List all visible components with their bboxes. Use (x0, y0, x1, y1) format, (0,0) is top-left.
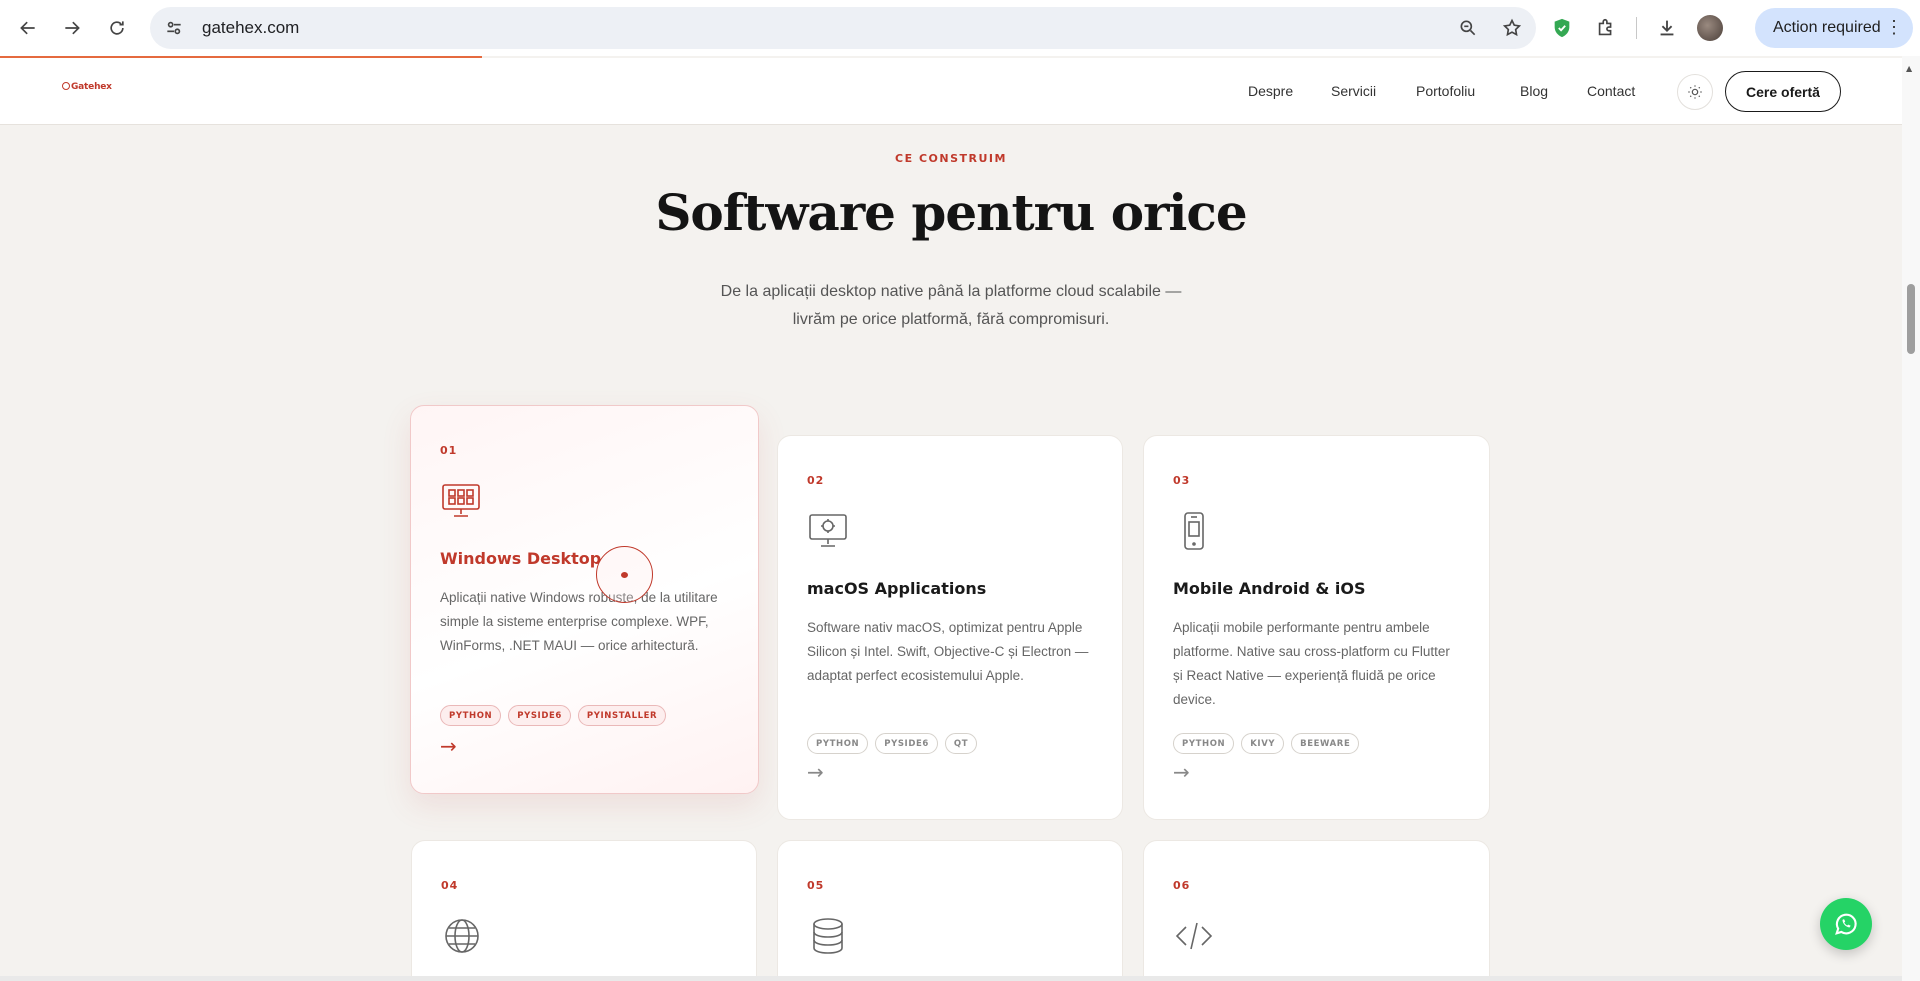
smartphone-icon (1184, 512, 1204, 550)
download-icon[interactable] (1653, 14, 1681, 42)
nav-contact[interactable]: Contact (1587, 83, 1635, 99)
logo-text: Gatehex (71, 82, 112, 92)
site-logo[interactable]: Gatehex (62, 82, 112, 92)
scroll-up-arrow-icon[interactable]: ▲ (1906, 64, 1912, 73)
card-title: Windows Desktop (440, 549, 602, 568)
service-card-04[interactable]: 04 (411, 840, 757, 981)
forward-icon[interactable] (52, 8, 92, 48)
extensions-puzzle-icon[interactable] (1592, 14, 1620, 42)
nav-portofoliu[interactable]: Portofoliu (1416, 83, 1475, 99)
tag: PYSIDE6 (508, 705, 571, 726)
nav-blog[interactable]: Blog (1520, 83, 1548, 99)
database-icon (813, 918, 843, 954)
section-eyebrow: CE CONSTRUIM (895, 152, 1007, 165)
globe-icon (445, 919, 479, 953)
tag: BEEWARE (1291, 733, 1360, 754)
scrollbar-thumb[interactable] (1907, 284, 1915, 354)
theme-toggle-button[interactable] (1677, 74, 1713, 110)
arrow-right-icon[interactable]: → (807, 760, 824, 784)
card-number: 05 (807, 879, 825, 892)
arrow-right-icon[interactable]: → (1173, 760, 1190, 784)
service-card-mobile[interactable]: 03 Mobile Android & iOS Aplicații mobile… (1143, 435, 1490, 820)
service-card-macos[interactable]: 02 macOS Applications Software nativ mac… (777, 435, 1123, 820)
url-text[interactable]: gatehex.com (202, 18, 299, 38)
whatsapp-icon (1835, 913, 1857, 935)
card-tags: PYTHON PYSIDE6 QT (807, 733, 978, 754)
card-description: Aplicații mobile performante pentru ambe… (1173, 620, 1450, 707)
service-card-windows[interactable]: 01 Windows Desktop Aplicații native Wind… (410, 405, 759, 794)
tag: KIVY (1241, 733, 1285, 754)
tag: QT (944, 733, 978, 754)
card-description: Aplicații native Windows robuste, de la … (440, 590, 718, 653)
tag: PYTHON (807, 733, 869, 754)
bookmark-star-icon[interactable] (1502, 18, 1522, 38)
card-tags: PYTHON KIVY BEEWARE (1173, 733, 1360, 754)
card-tags: PYTHON PYSIDE6 PYINSTALLER (440, 705, 667, 726)
site-header: Gatehex Despre Servicii Portofoliu Blog … (0, 58, 1902, 125)
back-icon[interactable] (8, 8, 48, 48)
card-number: 01 (440, 444, 458, 457)
subtitle-line-2: livrăm pe orice platformă, fără compromi… (792, 311, 1110, 328)
tag: PYINSTALLER (577, 705, 667, 726)
vertical-scrollbar[interactable]: ▲ (1902, 56, 1920, 981)
toolbar-divider (1636, 17, 1637, 39)
tag: PYTHON (440, 705, 502, 726)
nav-despre[interactable]: Despre (1248, 83, 1293, 99)
horizontal-scrollbar[interactable] (0, 976, 1902, 981)
card-title: macOS Applications (807, 579, 987, 598)
service-card-05[interactable]: 05 (777, 840, 1123, 981)
service-card-06[interactable]: 06 (1143, 840, 1490, 981)
subtitle-line-1: De la aplicații desktop native până la p… (720, 283, 1182, 300)
more-menu-icon[interactable]: ⋮ (1885, 18, 1903, 36)
action-required-chip[interactable]: Action required ⋮ (1755, 8, 1913, 48)
card-description: Software nativ macOS, optimizat pentru A… (807, 620, 1089, 683)
nav-servicii[interactable]: Servicii (1331, 83, 1376, 99)
tag: PYSIDE6 (875, 733, 938, 754)
browser-toolbar: gatehex.com Action required ⋮ (0, 0, 1920, 56)
monitor-icon (809, 514, 847, 547)
sun-icon (1688, 85, 1702, 99)
zoom-icon[interactable] (1458, 18, 1478, 38)
card-number: 04 (441, 879, 459, 892)
shield-extension-icon[interactable] (1548, 14, 1576, 42)
arrow-right-icon[interactable]: → (440, 734, 457, 758)
whatsapp-button[interactable] (1820, 898, 1872, 950)
card-title: Mobile Android & iOS (1173, 579, 1366, 598)
code-icon (1175, 922, 1213, 950)
card-number: 02 (807, 474, 825, 487)
custom-cursor-dot (621, 572, 628, 578)
section-subtitle: De la aplicații desktop native până la p… (651, 278, 1251, 334)
site-settings-icon[interactable] (164, 18, 184, 38)
desktop-grid-icon (442, 484, 480, 517)
request-quote-button[interactable]: Cere ofertă (1725, 71, 1841, 112)
reload-icon[interactable] (97, 8, 137, 48)
action-required-label: Action required (1773, 19, 1881, 36)
section-headline: Software pentru orice (655, 183, 1247, 242)
card-number: 06 (1173, 879, 1191, 892)
address-bar[interactable]: gatehex.com (150, 7, 1536, 49)
profile-avatar[interactable] (1697, 15, 1723, 41)
card-number: 03 (1173, 474, 1191, 487)
tag: PYTHON (1173, 733, 1235, 754)
